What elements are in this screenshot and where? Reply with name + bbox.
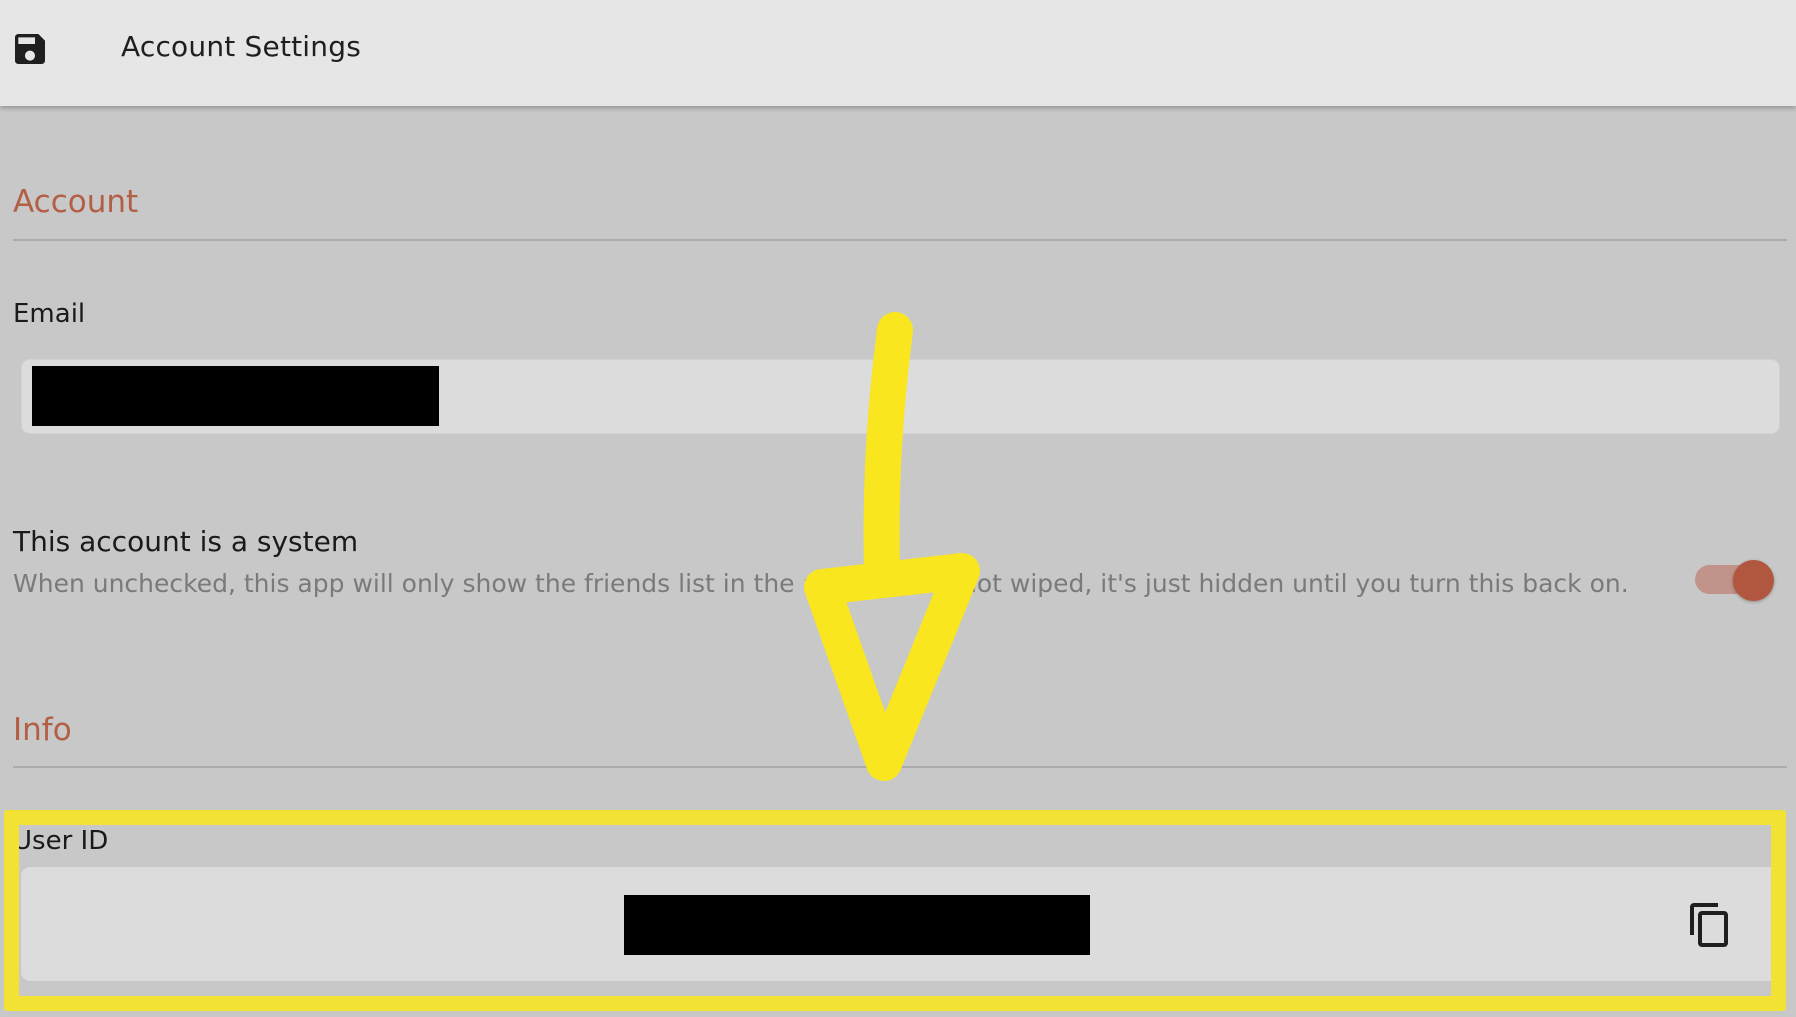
info-section-divider	[13, 766, 1787, 768]
email-field[interactable]	[21, 359, 1780, 434]
toggle-thumb	[1733, 560, 1774, 601]
user-id-label: User ID	[13, 826, 109, 856]
page-title: Account Settings	[121, 30, 361, 63]
copy-icon	[1690, 903, 1728, 947]
settings-screen: Account Settings Account Email This acco…	[0, 0, 1796, 1017]
system-toggle-description: When unchecked, this app will only show …	[13, 569, 1629, 598]
system-toggle-switch[interactable]	[1692, 560, 1774, 601]
user-id-redaction	[624, 895, 1090, 955]
save-icon	[15, 34, 45, 64]
info-section-title: Info	[13, 712, 72, 748]
save-button[interactable]	[6, 25, 54, 73]
copy-user-id-button[interactable]	[1686, 899, 1734, 951]
email-label: Email	[13, 299, 86, 329]
system-toggle-title: This account is a system	[13, 525, 359, 558]
account-section-title: Account	[13, 184, 139, 220]
annotation-arrow	[804, 312, 980, 781]
account-section-divider	[13, 239, 1787, 241]
top-app-bar: Account Settings	[0, 0, 1796, 106]
email-redaction	[32, 366, 439, 426]
user-id-field[interactable]	[21, 867, 1777, 981]
